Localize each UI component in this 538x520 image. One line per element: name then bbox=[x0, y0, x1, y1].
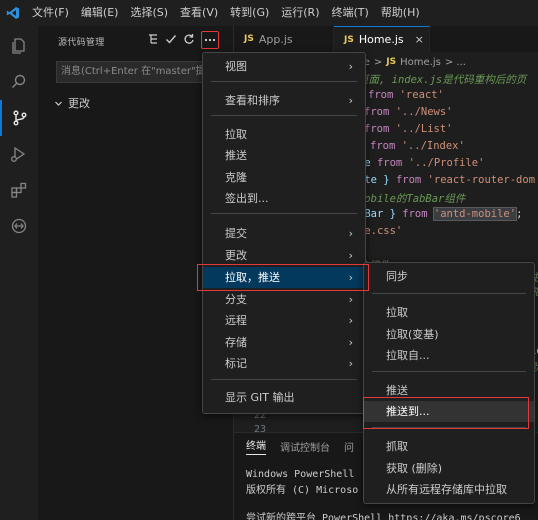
menu-item-view-sort[interactable]: 查看和排序 › bbox=[203, 90, 365, 111]
code-line: mobile的TabBar组件 bbox=[358, 193, 466, 205]
vscode-logo-icon bbox=[0, 0, 26, 26]
menu-item-changes[interactable]: 更改 › bbox=[203, 245, 365, 266]
code-line: le from '../Profile' bbox=[358, 157, 485, 169]
search-icon[interactable] bbox=[0, 64, 38, 100]
menu-selection[interactable]: 选择(S) bbox=[124, 0, 174, 26]
chevron-right-icon: › bbox=[348, 227, 353, 240]
code-line: from '../List' bbox=[364, 123, 453, 135]
tab-terminal[interactable]: 终端 bbox=[246, 437, 266, 455]
explorer-icon[interactable] bbox=[0, 28, 38, 64]
chevron-right-icon: › bbox=[348, 271, 353, 284]
menu-item-tags[interactable]: 标记 › bbox=[203, 353, 365, 374]
extensions-icon[interactable] bbox=[0, 172, 38, 208]
tab-label: App.js bbox=[258, 32, 293, 46]
menu-item-remote[interactable]: 远程 › bbox=[203, 310, 365, 331]
commit-message-input[interactable]: 消息(Ctrl+Enter 在"master"提交) bbox=[56, 61, 225, 83]
chevron-right-icon: › bbox=[348, 60, 353, 73]
menu-terminal[interactable]: 终端(T) bbox=[326, 0, 375, 26]
menu-run[interactable]: 运行(R) bbox=[275, 0, 325, 26]
menu-edit[interactable]: 编辑(E) bbox=[75, 0, 125, 26]
menu-item-checkout[interactable]: 签出到... bbox=[203, 188, 365, 209]
menu-file[interactable]: 文件(F) bbox=[26, 0, 75, 26]
menu-item-commit[interactable]: 提交 › bbox=[203, 223, 365, 244]
sidebar-title: 源代码管理 bbox=[58, 37, 105, 48]
menu-item-push[interactable]: 推送 bbox=[203, 145, 365, 166]
submenu-item-fetch-all[interactable]: 从所有远程存储库中拉取 bbox=[364, 479, 534, 500]
tab-app-js[interactable]: JS App.js bbox=[234, 26, 334, 52]
chevron-down-icon bbox=[55, 101, 62, 106]
title-bar: 文件(F) 编辑(E) 选择(S) 查看(V) 转到(G) 运行(R) 终端(T… bbox=[0, 0, 538, 26]
code-line: ute } from 'react-router-dom bbox=[358, 174, 536, 186]
menu-item-clone[interactable]: 克隆 bbox=[203, 167, 365, 188]
commit-check-icon[interactable] bbox=[165, 33, 177, 49]
tab-label: Home.js bbox=[358, 33, 404, 46]
pull-push-submenu: 同步 拉取 拉取(变基) 拉取自... 推送 推送到... 抓取 获取 (删除)… bbox=[363, 262, 535, 504]
run-debug-icon[interactable] bbox=[0, 136, 38, 172]
menu-separator bbox=[211, 213, 357, 214]
menu-item-show-git-output[interactable]: 显示 GIT 输出 bbox=[203, 387, 365, 408]
menu-item-pull-push[interactable]: 拉取，推送 › bbox=[203, 267, 365, 288]
remote-icon[interactable] bbox=[0, 208, 38, 244]
activity-bar bbox=[0, 26, 38, 520]
menu-go[interactable]: 转到(G) bbox=[224, 0, 275, 26]
code-line: 页面, index.js是代码重构后的页 bbox=[358, 74, 527, 86]
menu-item-stash[interactable]: 存储 › bbox=[203, 332, 365, 353]
chevron-right-icon: › bbox=[348, 314, 353, 327]
breadcrumb-file[interactable]: Home.js bbox=[400, 57, 441, 68]
ellipsis-icon bbox=[204, 38, 216, 42]
code-line: bBar } from 'antd-mobile'; bbox=[358, 207, 523, 221]
submenu-item-fetch-prune[interactable]: 获取 (删除) bbox=[364, 458, 534, 479]
code-line: from 'react' bbox=[368, 89, 444, 101]
code-line: from '../News' bbox=[364, 106, 453, 118]
js-file-icon: JS bbox=[244, 34, 254, 44]
view-as-tree-icon[interactable] bbox=[147, 33, 159, 49]
menu-item-pull[interactable]: 拉取 bbox=[203, 124, 365, 145]
menu-separator bbox=[372, 293, 526, 294]
submenu-item-pull-from[interactable]: 拉取自... bbox=[364, 345, 534, 366]
more-actions-menu: 视图 › 查看和排序 › 拉取 推送 克隆 签出到... 提交 › 更改 › 拉取，推送… bbox=[202, 52, 366, 414]
tab-home-js[interactable]: JS Home.js × bbox=[334, 26, 430, 52]
source-control-icon[interactable] bbox=[0, 100, 38, 136]
menu-separator bbox=[372, 371, 526, 372]
menu-separator bbox=[372, 427, 526, 428]
code-line: from '../Index' bbox=[370, 140, 465, 152]
menu-help[interactable]: 帮助(H) bbox=[375, 0, 426, 26]
js-file-icon: JS bbox=[386, 57, 397, 67]
chevron-right-icon: › bbox=[348, 249, 353, 262]
menu-item-branch[interactable]: 分支 › bbox=[203, 289, 365, 310]
chevron-right-icon: › bbox=[348, 336, 353, 349]
menu-view[interactable]: 查看(V) bbox=[174, 0, 224, 26]
submenu-item-sync[interactable]: 同步 bbox=[364, 266, 534, 287]
submenu-item-push[interactable]: 推送 bbox=[364, 380, 534, 401]
chevron-right-icon: › bbox=[348, 94, 353, 107]
terminal-line: 尝试新的跨平台 PowerShell https://aka.ms/pscore… bbox=[246, 513, 521, 520]
sidebar-actions bbox=[147, 31, 219, 49]
menu-separator bbox=[211, 81, 357, 82]
submenu-item-pull-rebase[interactable]: 拉取(变基) bbox=[364, 324, 534, 345]
breadcrumb-symbol[interactable]: > ... bbox=[445, 57, 466, 68]
menu-separator bbox=[211, 379, 357, 380]
more-actions-button[interactable] bbox=[201, 31, 219, 49]
submenu-item-fetch[interactable]: 抓取 bbox=[364, 436, 534, 457]
js-file-icon: JS bbox=[344, 34, 354, 45]
breadcrumb-separator: > bbox=[373, 56, 383, 68]
tab-debug-console[interactable]: 调试控制台 bbox=[280, 439, 330, 454]
close-icon[interactable]: × bbox=[415, 33, 424, 46]
submenu-item-pull[interactable]: 拉取 bbox=[364, 302, 534, 323]
tab-problems[interactable]: 问 bbox=[344, 439, 354, 454]
editor-tabs: JS App.js JS Home.js × bbox=[234, 26, 538, 52]
chevron-right-icon: › bbox=[348, 293, 353, 306]
menu-item-view[interactable]: 视图 › bbox=[203, 56, 365, 77]
chevron-right-icon: › bbox=[348, 357, 353, 370]
menu-separator bbox=[211, 115, 357, 116]
changes-label: 更改 bbox=[68, 97, 90, 110]
submenu-item-push-to[interactable]: 推送到... bbox=[364, 401, 534, 422]
refresh-icon[interactable] bbox=[183, 33, 195, 49]
